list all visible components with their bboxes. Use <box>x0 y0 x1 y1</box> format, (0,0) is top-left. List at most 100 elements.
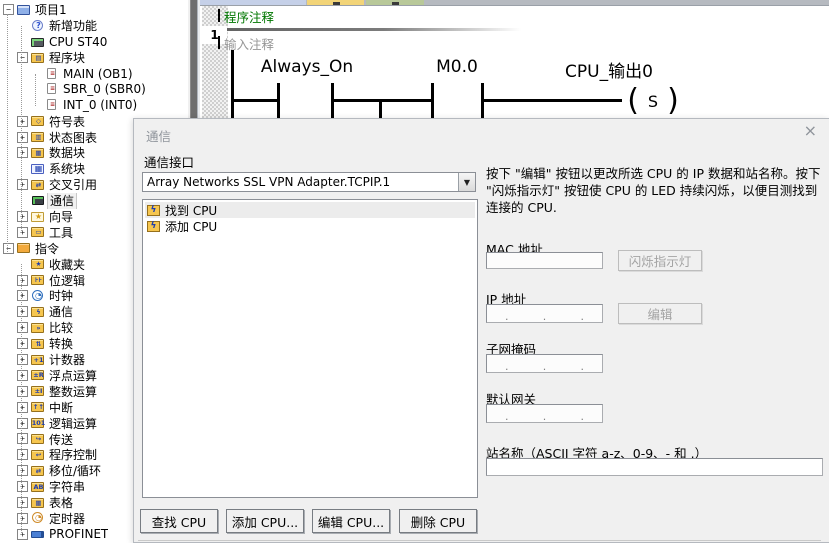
tree-item-label: 新增功能 <box>49 18 97 34</box>
coil-symbol: S <box>648 92 658 111</box>
expand-icon[interactable]: + <box>17 513 28 524</box>
contact-bar[interactable] <box>277 83 280 118</box>
expand-icon[interactable]: + <box>17 418 28 429</box>
add-cpu-button[interactable]: 添加 CPU... <box>226 509 304 533</box>
ip-address-field: ... <box>486 304 603 323</box>
branch-wire <box>379 99 382 118</box>
expand-icon[interactable]: + <box>17 370 28 381</box>
collapse-icon[interactable]: − <box>3 243 14 254</box>
expand-icon[interactable]: + <box>17 497 28 508</box>
folder-comm-icon: ϟ <box>31 306 46 318</box>
set-coil[interactable]: ( S ) <box>618 84 688 118</box>
tree-item-label: SBR_0 (SBR0) <box>63 82 146 96</box>
expand-icon[interactable]: + <box>17 433 28 444</box>
tree-item[interactable]: ?新增功能 <box>0 18 188 34</box>
collapse-icon[interactable]: − <box>17 52 28 63</box>
tree-item[interactable]: ≡INT_0 (INT0) <box>0 97 188 113</box>
folder-shift-icon: ⇄ <box>31 465 46 477</box>
find-cpu-button[interactable]: 查找 CPU <box>140 509 218 533</box>
folder-string-icon: AB <box>31 481 46 493</box>
tree-item-label: 表格 <box>49 495 73 511</box>
contact-bar[interactable] <box>431 83 434 118</box>
ladder-left-rail <box>231 50 234 118</box>
coil-label[interactable]: CPU_输出0 <box>555 57 663 82</box>
expand-icon[interactable]: + <box>17 386 28 397</box>
close-icon[interactable]: × <box>804 123 817 139</box>
comment-marker <box>218 9 220 22</box>
cpu-list-item[interactable]: ϟ找到 CPU <box>145 202 475 218</box>
system-block-icon: ▦ <box>31 163 46 175</box>
expand-icon[interactable]: + <box>17 402 28 413</box>
tree-item[interactable]: ≡MAIN (OB1) <box>0 66 188 82</box>
expand-icon[interactable]: + <box>17 275 28 286</box>
expand-icon[interactable]: + <box>17 116 28 127</box>
tree-item-label: 向导 <box>49 209 73 225</box>
contact-bar[interactable] <box>331 83 334 118</box>
timer-icon: ◔ <box>31 512 46 524</box>
coil-paren-left: ( <box>627 86 639 116</box>
folder-float-icon: ±R <box>31 369 46 381</box>
communication-interface-select[interactable]: Array Networks SSL VPN Adapter.TCPIP.1 ▼ <box>142 172 476 192</box>
expand-icon[interactable]: + <box>17 338 28 349</box>
tree-item-label: 系统块 <box>49 161 85 177</box>
delete-cpu-button[interactable]: 删除 CPU <box>399 509 477 533</box>
expand-icon[interactable]: + <box>17 290 28 301</box>
tree-item-label: 通信 <box>47 193 77 209</box>
station-name-input[interactable] <box>486 458 823 476</box>
tree-item[interactable]: −项目1 <box>0 2 188 18</box>
cpu-list[interactable]: ϟ找到 CPUϟ添加 CPU <box>142 199 478 498</box>
folder-interrupt-icon: ↑↑ <box>31 401 46 413</box>
expand-icon[interactable]: + <box>17 481 28 492</box>
expand-icon[interactable]: + <box>17 529 28 540</box>
tree-item[interactable]: CPU ST40 <box>0 34 188 50</box>
rung-wire <box>232 99 278 102</box>
folder-tools-icon: ▭ <box>31 226 46 238</box>
tree-item-label: 交叉引用 <box>49 177 97 193</box>
tree-item-label: 数据块 <box>49 145 85 161</box>
collapse-icon[interactable]: − <box>3 4 14 15</box>
expand-icon[interactable]: + <box>17 322 28 333</box>
mac-address-field <box>486 252 603 269</box>
expand-icon[interactable]: + <box>17 449 28 460</box>
chevron-down-icon[interactable]: ▼ <box>458 173 475 191</box>
contact-bar[interactable] <box>481 83 484 118</box>
cpu-list-item[interactable]: ϟ添加 CPU <box>145 218 475 234</box>
ip-dot: . <box>581 312 585 322</box>
folder-data-icon: ▦ <box>31 147 46 159</box>
dialog-footer-divider <box>138 540 821 541</box>
expand-icon[interactable]: + <box>17 465 28 476</box>
tree-item-label: 收藏夹 <box>49 256 85 272</box>
expand-icon[interactable]: + <box>17 147 28 158</box>
folder-xref-icon: ⇄ <box>31 179 46 191</box>
tree-item-label: 转换 <box>49 336 73 352</box>
ip-dot: . <box>505 412 509 422</box>
program-comment[interactable]: 程序注释 <box>224 7 274 26</box>
expand-icon[interactable]: + <box>17 132 28 143</box>
folder-symbols-icon: ◇ <box>31 115 46 127</box>
tree-item[interactable]: −▤程序块 <box>0 50 188 66</box>
comment-separator <box>216 28 521 31</box>
folder-compare-icon: » <box>31 322 46 334</box>
coil-paren-right: ) <box>667 86 679 116</box>
tree-connector <box>21 26 22 233</box>
contact-label[interactable]: M0.0 <box>407 57 507 77</box>
folder-control-icon: ↩ <box>31 449 46 461</box>
ip-dot: . <box>505 312 509 322</box>
tab-notch <box>392 2 399 5</box>
tree-item-label: 计数器 <box>49 352 85 368</box>
contact-label[interactable]: Always_On <box>255 57 359 77</box>
expand-icon[interactable]: + <box>17 354 28 365</box>
cpu-folder-icon: ϟ <box>147 221 160 232</box>
tree-item-label: PROFINET <box>49 527 108 541</box>
expand-icon[interactable]: + <box>17 227 28 238</box>
expand-icon[interactable]: + <box>17 306 28 317</box>
tree-item-label: 移位/循环 <box>49 463 101 479</box>
expand-icon[interactable]: + <box>17 179 28 190</box>
ip-dot: . <box>581 362 585 372</box>
tree-item-label: INT_0 (INT0) <box>63 98 137 112</box>
folder-integer-icon: ±I <box>31 385 46 397</box>
page-icon: ≡ <box>45 99 60 111</box>
tree-item[interactable]: ≡SBR_0 (SBR0) <box>0 81 188 97</box>
expand-icon[interactable]: + <box>17 211 28 222</box>
edit-cpu-button[interactable]: 编辑 CPU... <box>312 509 390 533</box>
